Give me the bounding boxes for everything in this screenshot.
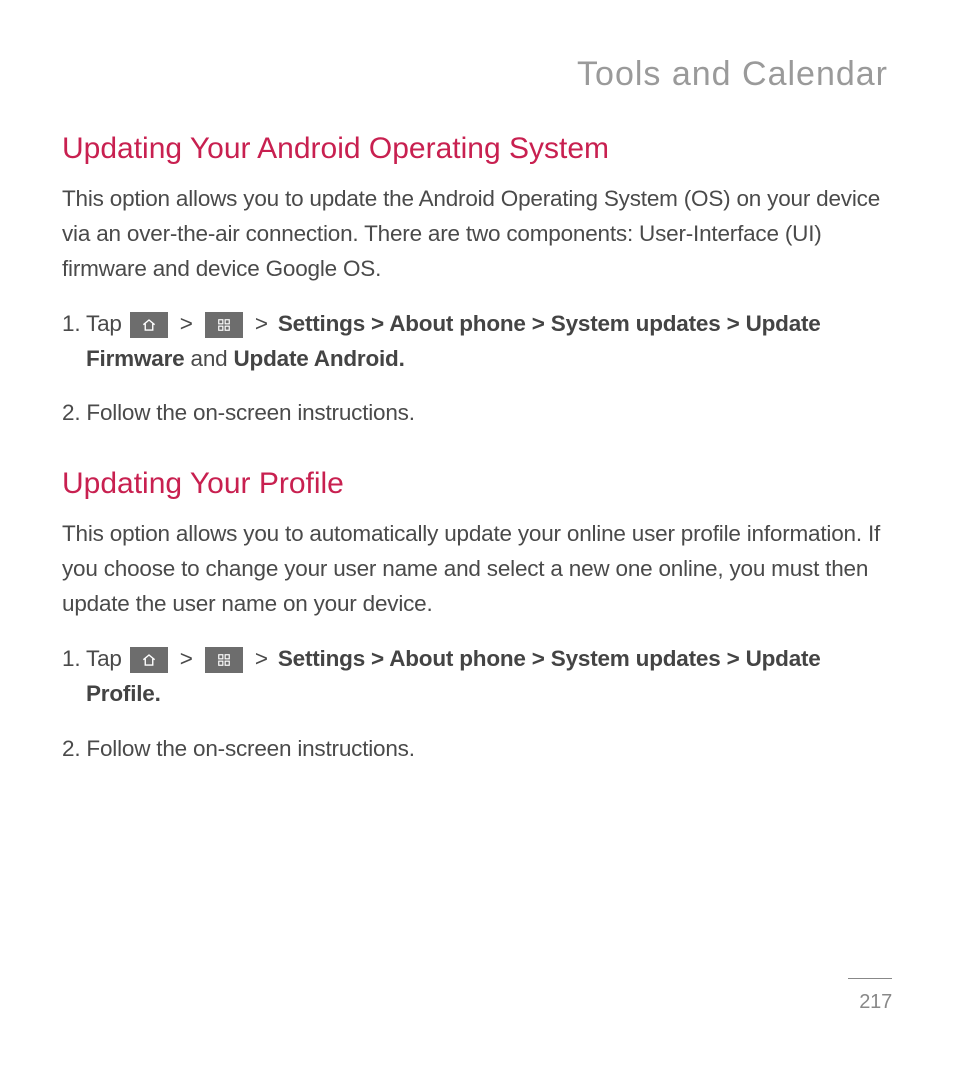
step-item-2: 2. Follow the on-screen instructions. — [62, 396, 892, 431]
apps-icon — [205, 312, 243, 338]
step-number: 2. — [62, 736, 86, 761]
home-icon — [130, 647, 168, 673]
step-text-tap: Tap — [86, 646, 128, 671]
step-text-tap: Tap — [86, 311, 128, 336]
nav-path-2: Update Android. — [234, 346, 405, 371]
footer-divider — [848, 978, 892, 979]
chapter-title: Tools and Calendar — [62, 55, 888, 94]
step-text: Follow the on-screen instructions. — [86, 400, 414, 425]
page-number: 217 — [848, 991, 892, 1014]
intro-text-os: This option allows you to update the And… — [62, 182, 892, 287]
steps-list-os: 1. Tap > > Settings > About phone > Syst… — [62, 307, 892, 432]
step-number: 1. — [62, 311, 86, 336]
separator-chevron: > — [174, 646, 199, 671]
step-number: 1. — [62, 646, 86, 671]
section-heading-updating-os: Updating Your Android Operating System — [62, 132, 892, 166]
step-item-2: 2. Follow the on-screen instructions. — [62, 732, 892, 767]
step-text: Follow the on-screen instructions. — [86, 736, 414, 761]
intro-text-profile: This option allows you to automatically … — [62, 517, 892, 622]
separator-chevron: > — [249, 646, 274, 671]
home-icon — [130, 312, 168, 338]
separator-chevron: > — [249, 311, 274, 336]
page-footer: 217 — [848, 978, 892, 1014]
step-number: 2. — [62, 400, 86, 425]
step-item-1: 1. Tap > > Settings > About phone > Syst… — [62, 642, 892, 712]
separator-chevron: > — [174, 311, 199, 336]
section-heading-updating-profile: Updating Your Profile — [62, 467, 892, 501]
and-text: and — [184, 346, 233, 371]
step-item-1: 1. Tap > > Settings > About phone > Syst… — [62, 307, 892, 377]
apps-icon — [205, 647, 243, 673]
steps-list-profile: 1. Tap > > Settings > About phone > Syst… — [62, 642, 892, 767]
